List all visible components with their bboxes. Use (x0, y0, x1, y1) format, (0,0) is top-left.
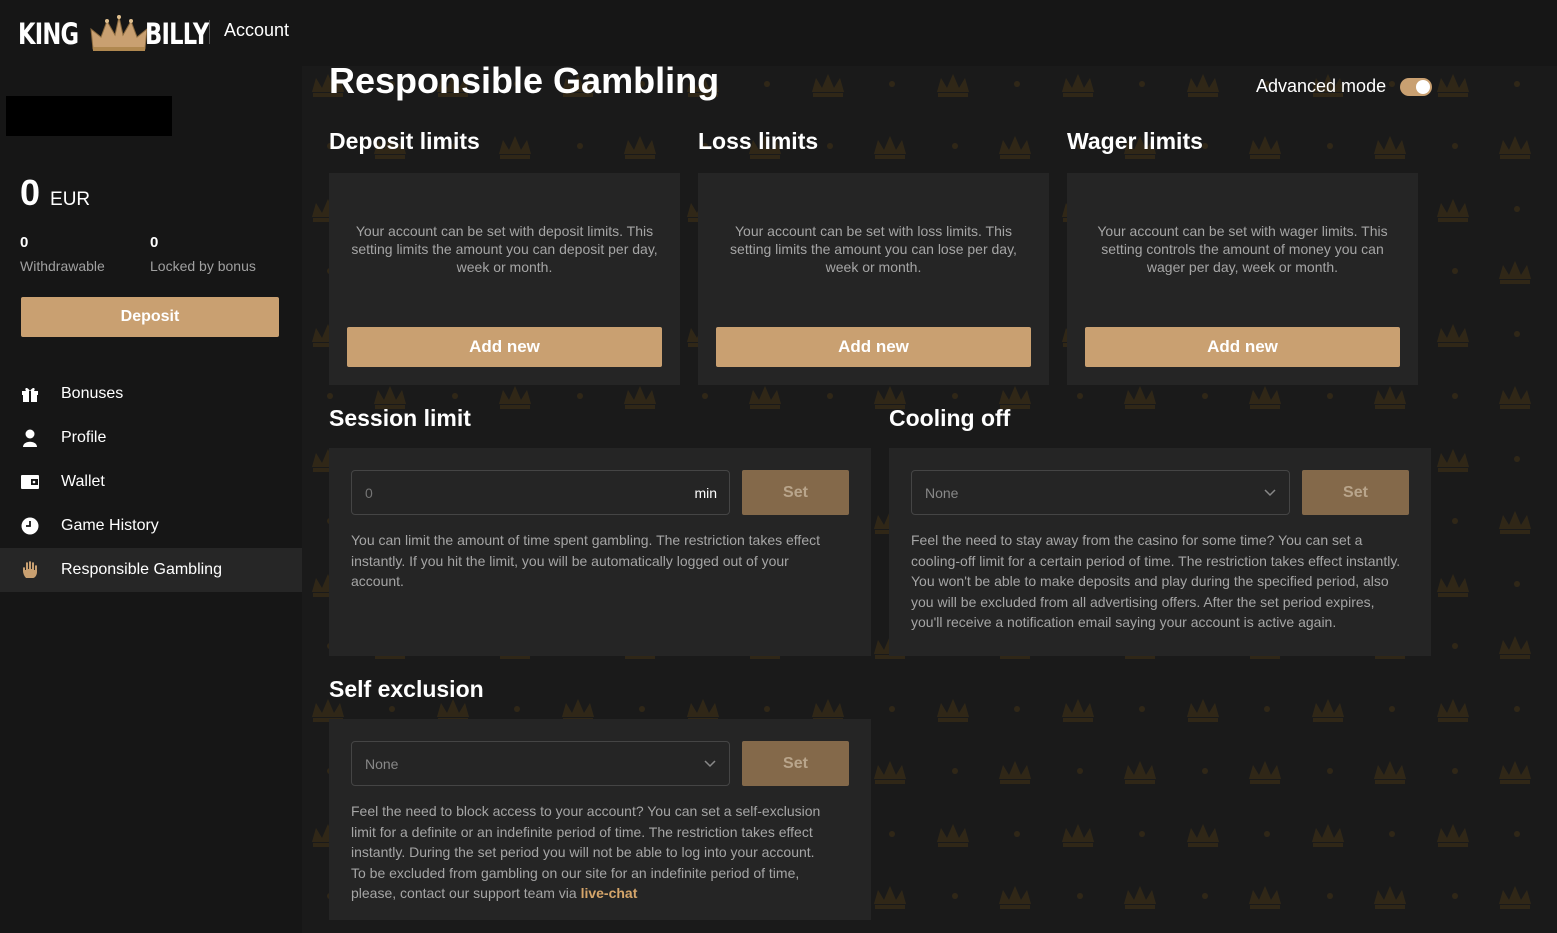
wager-limits-description: Your account can be set with wager limit… (1097, 223, 1388, 275)
cooling-off-title: Cooling off (889, 405, 1011, 431)
sidebar-item-label: Responsible Gambling (61, 561, 222, 578)
balance-currency: EUR (50, 189, 91, 210)
session-limit-description: You can limit the amount of time spent g… (351, 532, 820, 589)
chevron-down-icon (704, 760, 716, 768)
logo-text-right: BILLY (145, 17, 209, 51)
deposit-limits-title: Deposit limits (329, 128, 480, 154)
session-limit-unit: min (694, 485, 717, 501)
cooling-off-set-button[interactable]: Set (1302, 470, 1409, 515)
crown-logo-icon (90, 15, 148, 51)
locked-label: Locked by bonus (150, 258, 256, 274)
advanced-mode-toggle[interactable] (1400, 77, 1433, 96)
sidebar-item-label: Bonuses (61, 385, 124, 402)
sidebar-item-label: Wallet (61, 473, 105, 490)
session-limit-title: Session limit (329, 405, 471, 431)
sidebar: 0 EUR 0 Withdrawable 0 Locked by bonus D… (0, 66, 302, 933)
self-exclusion-indefinite-text: To be excluded from gambling on our site… (351, 863, 838, 904)
live-chat-link[interactable]: live-chat (581, 885, 638, 901)
locked-value: 0 (150, 234, 159, 251)
session-limit-card: min Set You can limit the amount of time… (329, 448, 871, 656)
sidebar-item-bonuses[interactable]: Bonuses (0, 372, 302, 416)
header-divider (209, 20, 210, 44)
self-exclusion-selected-value: None (365, 756, 399, 772)
wager-limits-add-button[interactable]: Add new (1085, 327, 1400, 367)
self-exclusion-card: None Set Feel the need to block access t… (329, 719, 871, 920)
header-section-title: Account (224, 20, 290, 40)
cooling-off-selected-value: None (925, 485, 959, 501)
balance-amount: 0 (20, 172, 41, 213)
wager-limits-card: Your account can be set with wager limit… (1067, 173, 1418, 385)
sidebar-item-label: Game History (61, 517, 159, 534)
cooling-off-description: Feel the need to stay away from the casi… (911, 532, 1401, 630)
sidebar-item-label: Profile (61, 429, 107, 446)
self-exclusion-select[interactable]: None (351, 741, 730, 786)
locked-balance: 0 Locked by bonus (150, 234, 256, 274)
gift-icon (20, 384, 40, 404)
advanced-mode: Advanced mode (1256, 76, 1433, 97)
advanced-mode-label: Advanced mode (1256, 76, 1387, 96)
page-title: Responsible Gambling (329, 60, 720, 101)
deposit-limits-card: Your account can be set with deposit lim… (329, 173, 680, 385)
sidebar-item-game-history[interactable]: Game History (0, 504, 302, 548)
self-exclusion-set-button[interactable]: Set (742, 741, 849, 786)
deposit-button[interactable]: Deposit (21, 297, 279, 337)
sidebar-item-profile[interactable]: Profile (0, 416, 302, 460)
self-exclusion-description: Feel the need to block access to your ac… (351, 801, 838, 904)
chevron-down-icon (1264, 489, 1276, 497)
cooling-off-select[interactable]: None (911, 470, 1290, 515)
deposit-limits-add-button[interactable]: Add new (347, 327, 662, 367)
user-name-redacted (6, 96, 172, 136)
loss-limits-description: Your account can be set with loss limits… (730, 223, 1017, 275)
toggle-knob (1416, 79, 1431, 94)
cooling-off-card: None Set Feel the need to stay away from… (889, 448, 1431, 656)
balance: 0 EUR (20, 172, 90, 214)
self-exclusion-title: Self exclusion (329, 676, 484, 702)
loss-limits-card: Your account can be set with loss limits… (698, 173, 1049, 385)
loss-limits-add-button[interactable]: Add new (716, 327, 1031, 367)
sidebar-item-responsible-gambling[interactable]: Responsible Gambling (0, 548, 302, 592)
session-limit-input[interactable] (352, 471, 672, 514)
withdrawable-value: 0 (20, 234, 29, 251)
logo-text-left: KING (18, 17, 79, 51)
self-exclusion-text: Feel the need to block access to your ac… (351, 803, 821, 860)
sidebar-item-wallet[interactable]: Wallet (0, 460, 302, 504)
wallet-icon (20, 472, 40, 492)
top-bar: KING BILLY Account (0, 0, 1557, 66)
withdrawable-balance: 0 Withdrawable (20, 234, 105, 274)
wager-limits-title: Wager limits (1067, 128, 1203, 154)
session-limit-set-button[interactable]: Set (742, 470, 849, 515)
sidebar-nav: Bonuses Profile Wallet Game History Resp… (0, 372, 302, 592)
king-billy-logo[interactable]: KING BILLY (18, 14, 227, 54)
self-exclusion-support-text: To be excluded from gambling on our site… (351, 864, 800, 902)
clock-icon (20, 516, 40, 536)
session-limit-field: min (351, 470, 730, 515)
withdrawable-label: Withdrawable (20, 258, 105, 274)
deposit-limits-description: Your account can be set with deposit lim… (351, 223, 658, 275)
user-icon (20, 428, 40, 448)
hand-icon (20, 560, 40, 580)
loss-limits-title: Loss limits (698, 128, 819, 154)
